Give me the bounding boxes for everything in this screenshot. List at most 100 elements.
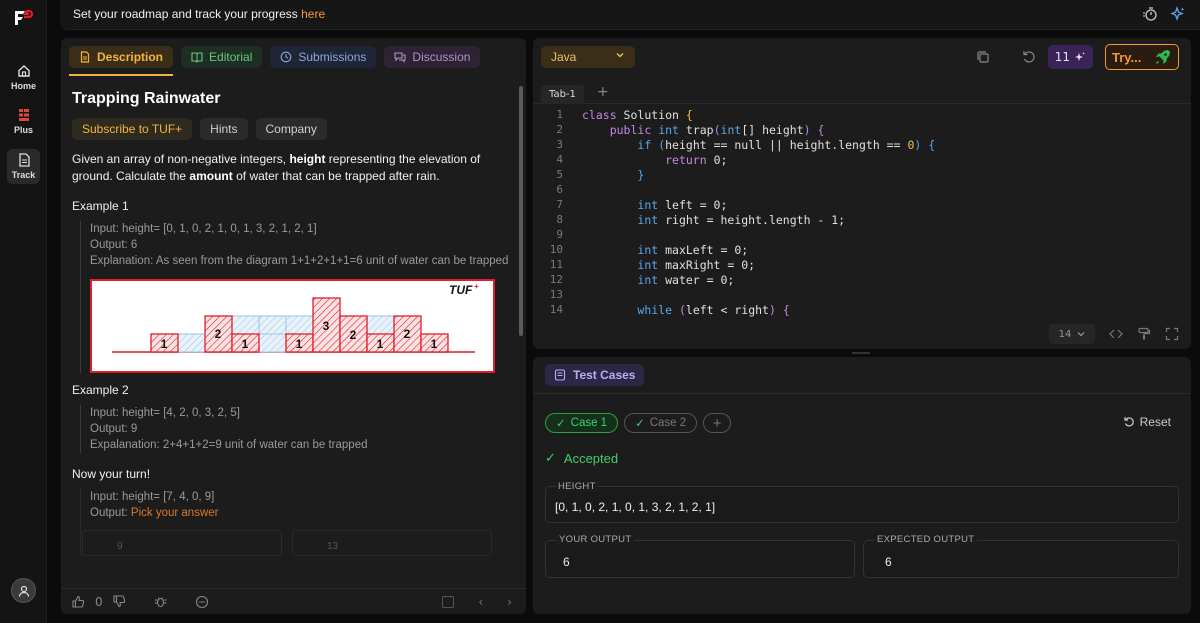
fullscreen-icon[interactable] [1165, 327, 1179, 341]
plus-grid-icon [18, 109, 29, 121]
code-line: 4 return 0; [533, 153, 1191, 168]
roadmap-link[interactable]: here [301, 7, 325, 21]
height-field: HEIGHT [0, 1, 0, 2, 1, 0, 1, 3, 2, 1, 2,… [545, 481, 1179, 523]
home-icon [17, 65, 30, 77]
sidebar-item-home[interactable]: Home [0, 64, 47, 91]
scrollbar[interactable] [519, 86, 523, 336]
line-number: 8 [556, 213, 563, 226]
line-number: 13 [549, 288, 563, 301]
code-line: 7 int left = 0; [533, 198, 1191, 213]
try-label: Try... [1112, 49, 1142, 65]
document-icon [18, 153, 30, 167]
bar-label: 1 [296, 337, 303, 351]
tuf-plus-mark: + [474, 282, 479, 291]
tab-label: Description [97, 50, 164, 64]
try-submit-button[interactable]: Try... [1105, 44, 1179, 70]
line-number: 5 [556, 168, 563, 181]
panel-resize-handle[interactable] [852, 352, 870, 354]
bar-label: 1 [377, 337, 384, 351]
tuf-logo-text: TUF [449, 283, 473, 297]
add-case-button[interactable]: + [703, 413, 732, 433]
sidebar-item-track[interactable]: Track [0, 149, 47, 184]
problem-statement: Given an array of non-negative integers,… [72, 151, 512, 185]
editor-footer: 14 [1049, 324, 1179, 344]
example-box: Input: height= [4, 2, 0, 3, 2, 5] Output… [80, 405, 512, 453]
height-value: [0, 1, 0, 2, 1, 0, 1, 3, 2, 1, 2, 1] [555, 500, 716, 514]
sparkle-icon[interactable] [1170, 6, 1186, 22]
sidebar: Home Plus Track [0, 0, 47, 623]
example-heading: Example 2 [72, 383, 129, 397]
test-cases-tab[interactable]: Test Cases [545, 364, 645, 386]
code-text: if (height == null || height.length == 0… [637, 138, 936, 152]
tab-discussion[interactable]: Discussion [384, 46, 481, 68]
avatar[interactable] [11, 578, 36, 603]
code-text: } [637, 168, 645, 182]
editor-tabbar: Tab-1 + [533, 82, 1191, 104]
status-text: Accepted [563, 450, 619, 466]
sidebar-item-label: Track [11, 170, 36, 180]
font-size-select[interactable]: 14 [1049, 324, 1095, 344]
bar-label: 2 [350, 328, 357, 342]
line-number: 14 [549, 303, 563, 316]
sidebar-item-plus[interactable]: Plus [0, 108, 47, 135]
test-cases-panel: Test Cases ✓ Case 1 ✓ Case 2 + Reset ✓ Acc… [533, 357, 1191, 614]
subscribe-button[interactable]: Subscribe to TUF+ [72, 118, 193, 140]
answer-option[interactable]: 13 [292, 530, 492, 556]
add-tab-icon[interactable]: + [597, 84, 609, 100]
field-label: EXPECTED OUTPUT [874, 534, 978, 545]
hints-button[interactable]: Hints [200, 118, 248, 140]
code-line: 11 int maxRight = 0; [533, 258, 1191, 273]
reset-button[interactable]: Reset [1123, 415, 1171, 429]
tab-label: Discussion [412, 50, 471, 64]
credits-badge[interactable]: 11 [1047, 45, 1093, 69]
logo-icon[interactable] [13, 9, 35, 27]
line-number: 10 [549, 243, 563, 256]
code-text: class Solution { [582, 108, 693, 122]
case-1-button[interactable]: ✓ Case 1 [545, 413, 619, 433]
list-icon [554, 369, 566, 381]
thumbs-up-icon[interactable] [72, 595, 85, 608]
statement-text: of water that can be trapped after rain. [232, 169, 440, 183]
discuss-icon[interactable] [195, 595, 209, 609]
check-icon: ✓ [545, 450, 556, 465]
bar-label: 2 [404, 327, 411, 341]
book-icon [191, 52, 203, 63]
code-area[interactable]: 1 class Solution { 2 public int trap(int[… [533, 108, 1191, 318]
tab-editorial[interactable]: Editorial [181, 46, 263, 68]
prev-icon[interactable]: ‹ [478, 595, 483, 609]
example-explanation: Expalanation: 2+4+1+2=9 unit of water ca… [90, 439, 368, 451]
copy-icon[interactable] [976, 50, 990, 64]
bug-report-icon[interactable] [154, 595, 167, 608]
line-number: 9 [556, 228, 563, 241]
example-output: Output: 6 [90, 239, 138, 251]
timer-icon[interactable] [1142, 6, 1158, 22]
case-2-button[interactable]: ✓ Case 2 [624, 413, 698, 433]
line-number: 12 [549, 273, 563, 286]
checkbox-icon[interactable] [442, 595, 455, 608]
code-format-icon[interactable] [1109, 327, 1123, 341]
bar-label: 3 [323, 319, 330, 333]
result-status: ✓ Accepted [545, 450, 618, 466]
quiz-output-prompt: Pick your answer [130, 507, 219, 519]
code-text: int water = 0; [637, 273, 735, 287]
sidebar-item-label: Plus [13, 125, 33, 135]
elevation-diagram-svg: 1 2 1 1 3 2 1 2 1 TUF + [112, 282, 479, 353]
paint-roller-icon[interactable] [1137, 327, 1151, 341]
answer-option[interactable]: 9 [82, 530, 282, 556]
language-select[interactable]: Java [541, 46, 635, 68]
divider [533, 393, 1191, 394]
reset-code-icon[interactable] [1022, 50, 1036, 64]
next-icon[interactable]: › [507, 595, 512, 609]
likes-count: 0 [95, 594, 103, 609]
credits-count: 11 [1054, 50, 1070, 64]
line-number: 2 [556, 123, 563, 136]
code-line: 13 [533, 288, 1191, 303]
tab-submissions[interactable]: Submissions [270, 46, 377, 68]
tab-1[interactable]: Tab-1 [541, 85, 584, 104]
bar-label: 1 [242, 337, 249, 351]
thumbs-down-icon[interactable] [113, 595, 126, 608]
company-button[interactable]: Company [255, 118, 327, 140]
problem-title: Trapping Rainwater [72, 90, 221, 107]
elevation-diagram: 1 2 1 1 3 2 1 2 1 TUF + [90, 279, 495, 373]
tab-description[interactable]: Description [69, 46, 174, 76]
